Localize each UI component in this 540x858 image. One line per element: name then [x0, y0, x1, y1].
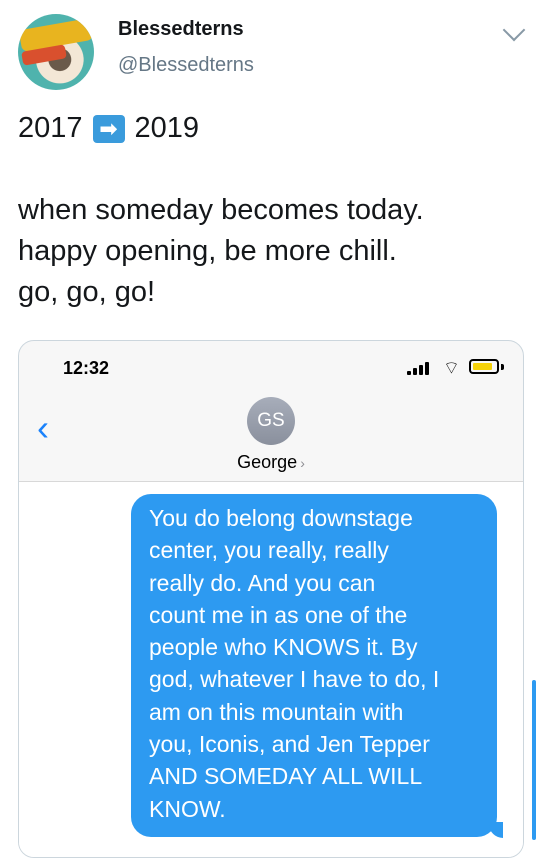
tweet-text-line: when someday becomes today. — [18, 194, 424, 226]
tweet-text: when someday becomes today. happy openin… — [18, 190, 424, 313]
scrollbar[interactable] — [532, 680, 536, 840]
message-line: god, whatever I have to do, I — [149, 666, 440, 693]
message-line: You do belong downstage — [149, 505, 413, 531]
battery-cap-icon — [501, 364, 504, 370]
tweet-text-line: happy opening, be more chill. — [18, 235, 397, 267]
contact-name-text: George — [237, 452, 298, 472]
tweet-text-line: go, go, go! — [18, 276, 156, 308]
message-line: KNOW. — [149, 795, 226, 822]
year-start: 2017 — [18, 112, 83, 144]
battery-level — [473, 363, 492, 370]
bubble-tail — [489, 822, 503, 838]
profile-avatar[interactable] — [18, 14, 94, 90]
message-line: center, you really, really — [149, 537, 389, 564]
message-line: really do. And you can — [149, 569, 376, 596]
tweet-header: Blessedterns @Blessedterns — [18, 14, 526, 90]
battery-icon — [469, 359, 499, 374]
message-thread: You do belong downstage center, you real… — [19, 482, 523, 857]
chevron-right-icon: › — [300, 455, 305, 471]
contact-avatar[interactable]: GS — [247, 397, 295, 445]
contact-name[interactable]: George › — [19, 452, 523, 473]
message-line: am on this mountain with — [149, 698, 404, 725]
display-name[interactable]: Blessedterns — [118, 18, 244, 41]
chevron-down-icon[interactable] — [502, 18, 526, 42]
back-chevron-icon[interactable]: ‹ — [37, 407, 49, 449]
message-line: AND SOMEDAY ALL WILL — [149, 763, 423, 790]
signal-icon — [407, 361, 431, 375]
message-bubble: You do belong downstage center, you real… — [131, 494, 497, 837]
message-line: people who KNOWS it. By — [149, 634, 418, 661]
right-arrow-emoji-icon: ➡ — [92, 114, 125, 143]
year-end: 2019 — [134, 112, 200, 144]
message-line: count me in as one of the — [149, 601, 408, 628]
wifi-icon: ⌔ — [443, 358, 460, 378]
user-handle[interactable]: @Blessedterns — [118, 54, 254, 77]
status-bar-time: 12:32 — [63, 358, 110, 378]
tweet-image[interactable]: 12:32 ⌔ ‹ GS George › You do belong downs… — [18, 340, 524, 858]
message-line: you, Iconis, and Jen Tepper — [149, 731, 430, 758]
tweet-line-years: 2017 ➡ 2019 — [18, 112, 199, 145]
